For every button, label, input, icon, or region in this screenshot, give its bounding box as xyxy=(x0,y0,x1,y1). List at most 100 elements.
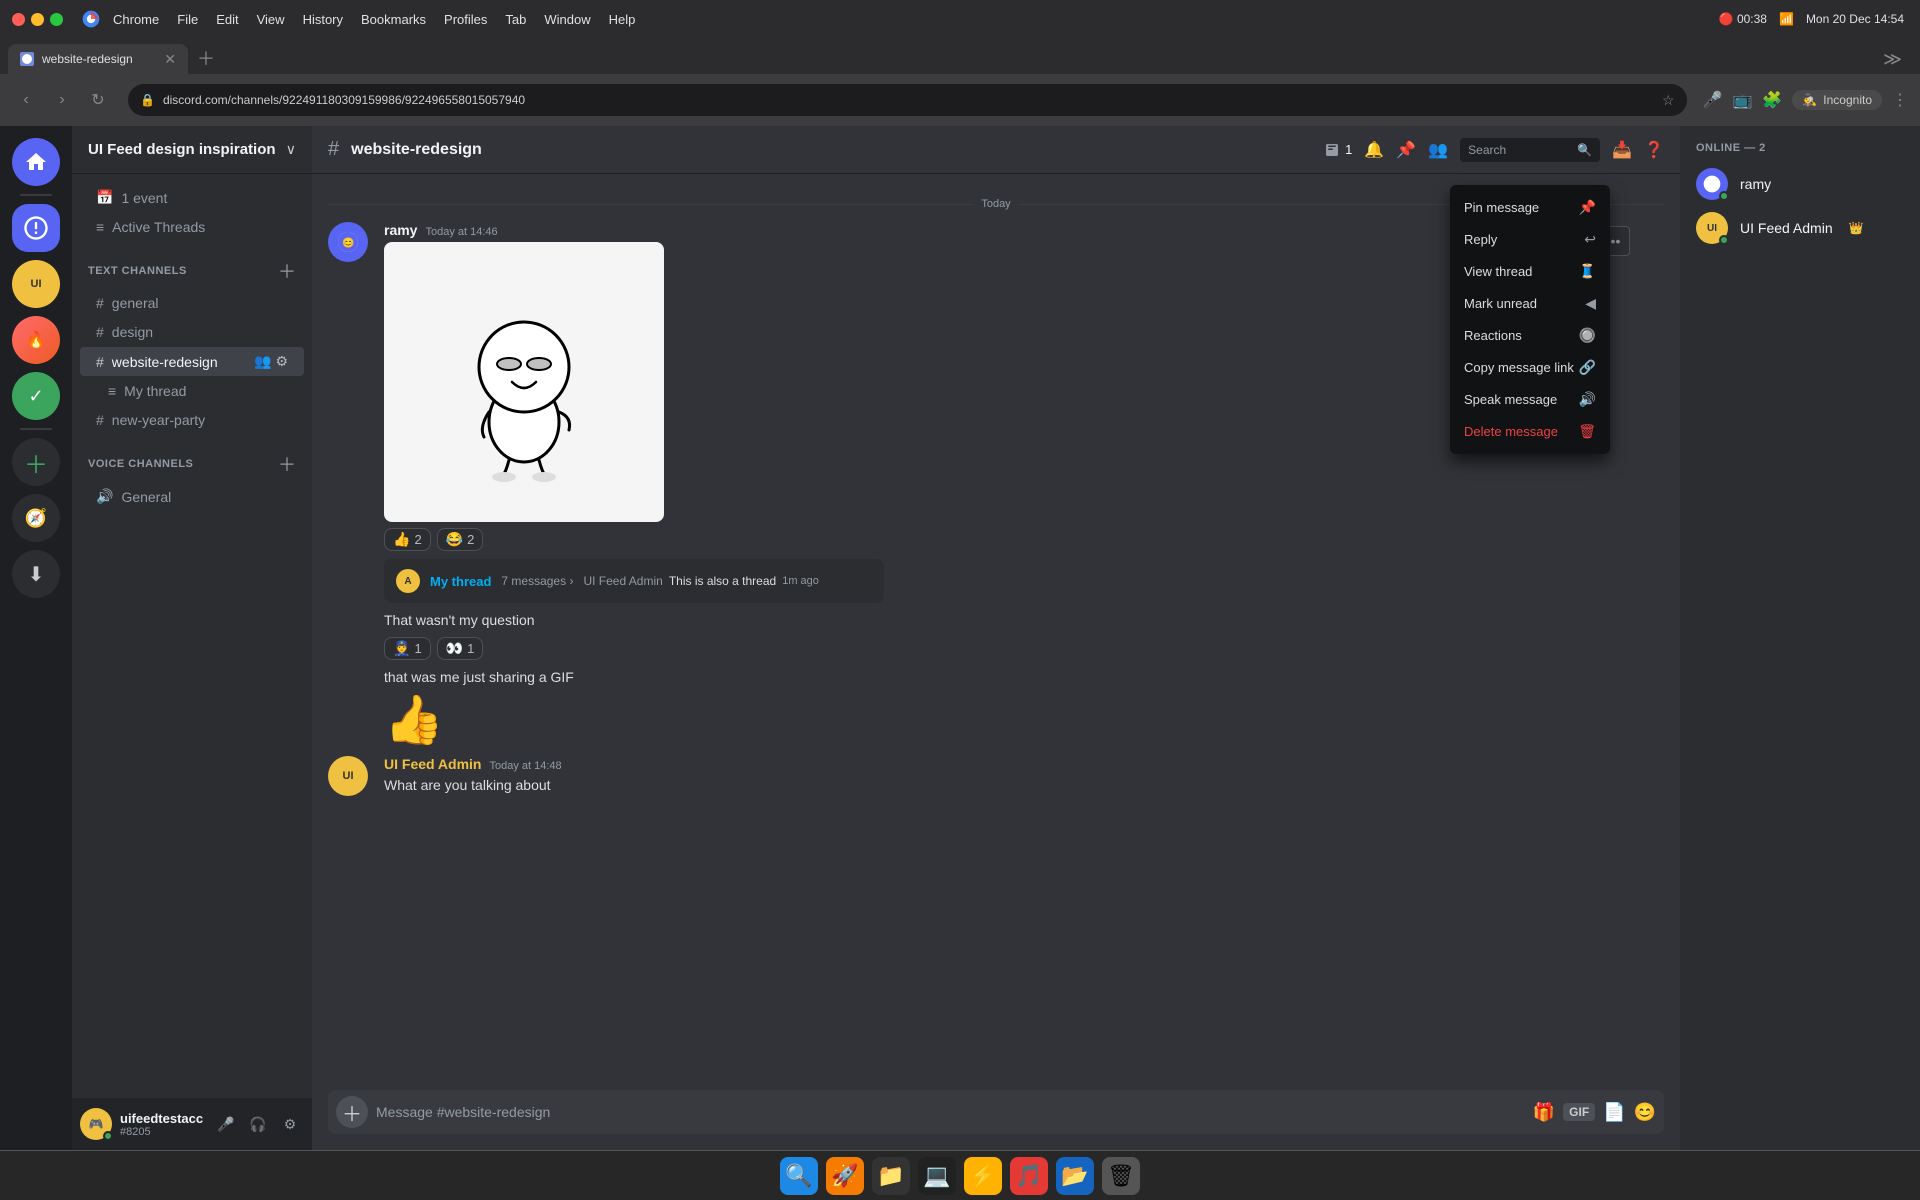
channel-event[interactable]: 📅 1 event xyxy=(80,183,304,212)
menu-chrome[interactable]: Chrome xyxy=(113,12,159,27)
user-info: uifeedtestacc #8205 xyxy=(120,1111,204,1138)
server-uifeed-icon[interactable] xyxy=(12,204,60,252)
menu-bar: Chrome File Edit View History Bookmarks … xyxy=(113,12,635,27)
reactions-2: 👮 1 👀 1 xyxy=(384,637,1664,660)
context-reply[interactable]: Reply ↩ xyxy=(1454,224,1606,255)
gift-button[interactable]: 🎁 xyxy=(1533,1102,1555,1123)
channel-my-thread[interactable]: ≡ My thread xyxy=(80,377,304,405)
url-text: discord.com/channels/922491180309159986/… xyxy=(163,93,1654,107)
context-pin-message[interactable]: Pin message 📌 xyxy=(1454,192,1606,223)
menu-view[interactable]: View xyxy=(257,12,285,27)
context-view-thread[interactable]: View thread 🧵 xyxy=(1454,256,1606,287)
dock-item-6[interactable]: 🎵 xyxy=(1010,1157,1048,1195)
channel-design[interactable]: # design xyxy=(80,318,304,346)
menu-window[interactable]: Window xyxy=(544,12,590,27)
dock-item-7[interactable]: 📂 xyxy=(1056,1157,1094,1195)
search-box[interactable]: Search 🔍 xyxy=(1460,138,1600,162)
window-controls[interactable] xyxy=(12,13,63,26)
context-mark-unread[interactable]: Mark unread ◀ xyxy=(1454,288,1606,319)
dock-trash[interactable]: 🗑 xyxy=(1102,1157,1140,1195)
menu-history[interactable]: History xyxy=(303,12,343,27)
channel-general-voice[interactable]: 🔊 General xyxy=(80,482,304,511)
reaction-thumbsup[interactable]: 👍 2 xyxy=(384,528,431,551)
mic-icon[interactable]: 🎤 xyxy=(1703,90,1723,110)
menu-bookmarks[interactable]: Bookmarks xyxy=(361,12,426,27)
dock-launchpad[interactable]: 🚀 xyxy=(826,1157,864,1195)
menu-edit[interactable]: Edit xyxy=(216,12,238,27)
member-admin[interactable]: UI UI Feed Admin 👑 xyxy=(1688,206,1912,250)
member-status-admin xyxy=(1719,235,1729,245)
mute-button[interactable]: 🎤 xyxy=(212,1110,240,1138)
thread-info: UI Feed Admin This is also a thread 1m a… xyxy=(583,572,818,590)
deafen-button[interactable]: 🎧 xyxy=(244,1110,272,1138)
download-button[interactable]: ⬇ xyxy=(12,550,60,598)
discord-home-button[interactable] xyxy=(12,138,60,186)
tab-list-button[interactable]: ≫ xyxy=(1883,49,1902,70)
thread-preview-1[interactable]: A My thread 7 messages › UI Feed Admin T… xyxy=(384,559,884,603)
nav-reload-button[interactable]: ↻ xyxy=(84,86,112,114)
server-green-icon[interactable]: ✓ xyxy=(12,372,60,420)
dock-terminal[interactable]: 💻 xyxy=(918,1157,956,1195)
user-settings-button[interactable]: ⚙ xyxy=(276,1110,304,1138)
bookmark-icon[interactable]: ☆ xyxy=(1662,92,1675,109)
menu-help[interactable]: Help xyxy=(609,12,636,27)
nav-back-button[interactable]: ‹ xyxy=(12,86,40,114)
server-divider-2 xyxy=(20,428,52,430)
dock-item-5[interactable]: ⚡ xyxy=(964,1157,1002,1195)
minimize-button[interactable] xyxy=(31,13,44,26)
sticker-button[interactable]: 📄 xyxy=(1603,1102,1625,1123)
discover-button[interactable]: 🧭 xyxy=(12,494,60,542)
context-speak[interactable]: Speak message 🔊 xyxy=(1454,384,1606,415)
reaction-laugh[interactable]: 😂 2 xyxy=(437,528,484,551)
server-red-icon[interactable]: 🔥 xyxy=(12,316,60,364)
add-attachment-button[interactable]: ＋ xyxy=(336,1096,368,1128)
message-header-4: UI Feed Admin Today at 14:48 xyxy=(384,756,1664,772)
add-text-channel-button[interactable]: ＋ xyxy=(278,258,296,284)
active-tab[interactable]: website-redesign ✕ xyxy=(8,44,188,74)
extensions-icon[interactable]: 🧩 xyxy=(1762,90,1782,110)
incognito-button[interactable]: 🕵️ Incognito xyxy=(1792,90,1882,110)
gif-button[interactable]: GIF xyxy=(1563,1103,1595,1121)
chat-channel-name: website-redesign xyxy=(351,141,482,159)
reaction-police[interactable]: 👮 1 xyxy=(384,637,431,660)
nav-forward-button[interactable]: › xyxy=(48,86,76,114)
server-divider xyxy=(20,194,52,196)
add-voice-channel-button[interactable]: ＋ xyxy=(278,451,296,477)
new-tab-button[interactable]: ＋ xyxy=(192,44,220,72)
threads-header-button[interactable]: 1 xyxy=(1323,141,1352,159)
message-input[interactable] xyxy=(376,1104,1525,1120)
pin-header-button[interactable]: 📌 xyxy=(1396,140,1416,160)
context-reactions[interactable]: Reactions 🔘 xyxy=(1454,320,1606,351)
channel-settings-icon[interactable]: 👥 xyxy=(254,353,271,370)
dock-item-3[interactable]: 📁 xyxy=(872,1157,910,1195)
context-delete[interactable]: Delete message 🗑 xyxy=(1454,416,1606,447)
dock-finder[interactable]: 🔍 xyxy=(780,1157,818,1195)
context-copy-link[interactable]: Copy message link 🔗 xyxy=(1454,352,1606,383)
channel-gear-icon[interactable]: ⚙ xyxy=(275,353,288,370)
emoji-button[interactable]: 😊 xyxy=(1634,1102,1656,1123)
browser-menu-icon[interactable]: ⋮ xyxy=(1892,90,1908,110)
address-bar[interactable]: 🔒 discord.com/channels/92249118030915998… xyxy=(128,84,1687,116)
separator-text: Today xyxy=(981,198,1010,210)
channel-active-threads[interactable]: ≡ Active Threads xyxy=(80,213,304,241)
maximize-button[interactable] xyxy=(50,13,63,26)
cast-icon[interactable]: 📺 xyxy=(1733,90,1753,110)
member-ramy[interactable]: ramy xyxy=(1688,162,1912,206)
svg-text:😊: 😊 xyxy=(342,237,354,249)
channel-website-redesign[interactable]: # website-redesign 👥 ⚙ xyxy=(80,347,304,376)
channel-general[interactable]: # general xyxy=(80,289,304,317)
add-server-button[interactable]: ＋ xyxy=(12,438,60,486)
close-button[interactable] xyxy=(12,13,25,26)
reaction-eyes[interactable]: 👀 1 xyxy=(437,637,484,660)
server-yellow-icon[interactable]: UI xyxy=(12,260,60,308)
notifications-button[interactable]: 🔔 xyxy=(1364,140,1384,160)
help-button[interactable]: ❓ xyxy=(1644,140,1664,160)
menu-tab[interactable]: Tab xyxy=(505,12,526,27)
tab-close-button[interactable]: ✕ xyxy=(164,51,176,68)
inbox-button[interactable]: 📥 xyxy=(1612,140,1632,160)
channel-new-year[interactable]: # new-year-party xyxy=(80,406,304,434)
server-header[interactable]: UI Feed design inspiration ∨ xyxy=(72,126,312,174)
menu-profiles[interactable]: Profiles xyxy=(444,12,487,27)
members-header-button[interactable]: 👥 xyxy=(1428,140,1448,160)
menu-file[interactable]: File xyxy=(177,12,198,27)
